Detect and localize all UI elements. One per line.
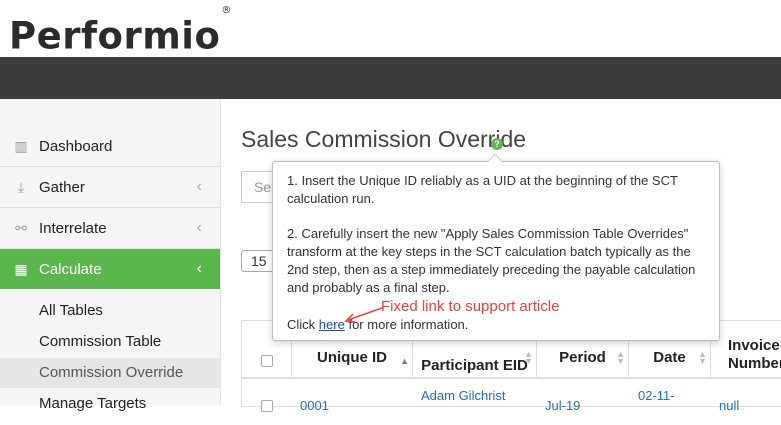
page-title: Sales Commission Override: [241, 126, 527, 152]
sidebar-item-label: Dashboard: [39, 137, 113, 155]
help-icon[interactable]: ?: [491, 138, 503, 150]
top-navigation-bar: [0, 57, 781, 99]
annotation-arrow-icon: [344, 307, 383, 323]
sort-icon: ▲ ▼: [616, 349, 625, 366]
link-icon: ⚯: [15, 219, 27, 236]
performio-logo: Performio®: [9, 5, 232, 58]
sort-asc-icon: ▲: [400, 356, 409, 366]
chevron-left-icon: ‹: [196, 219, 202, 236]
cell-unique-id[interactable]: 0001: [300, 398, 329, 425]
bar-chart-icon: ▥: [14, 137, 28, 154]
page-size-select[interactable]: 15: [241, 250, 275, 272]
cell-period[interactable]: Jul-19: [545, 398, 580, 425]
annotation-label: Fixed link to support article: [381, 298, 560, 315]
column-header-invoice-number[interactable]: Invoice Number: [711, 321, 781, 379]
sidebar-item-dashboard[interactable]: ▥ Dashboard: [0, 126, 220, 167]
sidebar-item-label: Calculate: [39, 260, 102, 278]
sidebar-subitem-all-tables[interactable]: All Tables: [0, 296, 220, 326]
cell-participant-eid[interactable]: Adam Gilchrist: [421, 388, 506, 415]
sort-icon: ▲ ▼: [524, 349, 533, 366]
row-checkbox[interactable]: [261, 400, 273, 412]
popover-step-1: 1. Insert the Unique ID reliably as a UI…: [287, 173, 678, 206]
sidebar-item-label: Gather: [39, 178, 85, 196]
sort-icon: ▲ ▼: [698, 349, 707, 366]
sidebar-subitem-commission-table[interactable]: Commission Table: [0, 327, 220, 357]
sidebar-item-calculate[interactable]: ▦ Calculate ‹: [0, 249, 220, 289]
sidebar-subitem-commission-override[interactable]: Commission Override: [0, 358, 220, 388]
sidebar-subitem-manage-targets[interactable]: Manage Targets: [0, 389, 220, 419]
popover-click-prefix: Click: [287, 317, 316, 332]
download-icon: ⤓: [17, 178, 25, 195]
popover-step-2: 2. Carefully insert the new "Apply Sales…: [287, 226, 696, 295]
select-all-checkbox[interactable]: [261, 355, 273, 367]
cell-invoice-number[interactable]: null: [719, 398, 739, 425]
sidebar-item-gather[interactable]: ⤓ Gather ‹: [0, 167, 220, 208]
chevron-left-icon: ‹: [196, 260, 202, 277]
cell-date[interactable]: 02-11-: [638, 388, 675, 415]
sidebar-item-interrelate[interactable]: ⚯ Interrelate ‹: [0, 208, 220, 249]
chevron-left-icon: ‹: [196, 178, 202, 195]
sidebar: ▥ Dashboard ⤓ Gather ‹ ⚯ Interrelate ‹ ▦…: [0, 99, 221, 412]
sidebar-item-label: Interrelate: [39, 219, 107, 237]
table-icon: ▦: [14, 260, 28, 277]
